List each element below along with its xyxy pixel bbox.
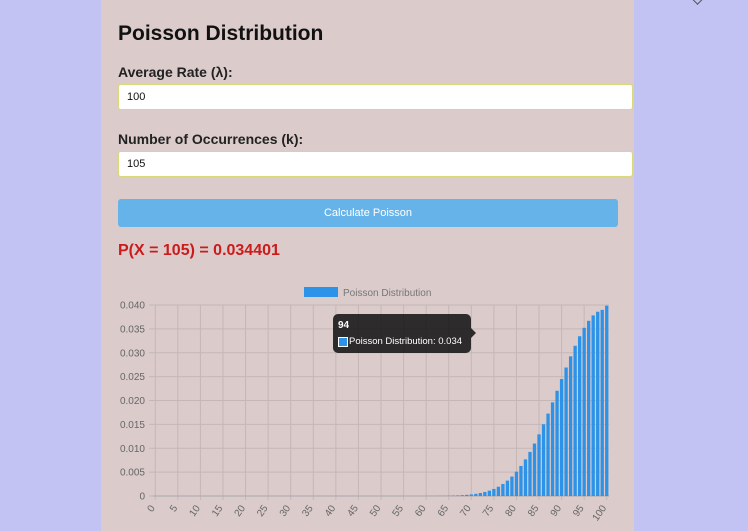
bar <box>501 483 505 496</box>
bar <box>582 327 586 496</box>
x-tick-label: 65 <box>436 503 452 519</box>
bar <box>460 495 464 496</box>
bar <box>573 345 577 496</box>
bar <box>528 451 532 496</box>
bar <box>510 476 514 496</box>
x-tick-label: 50 <box>368 503 384 519</box>
bar <box>469 494 473 496</box>
bar <box>523 459 528 496</box>
y-tick-label: 0.020 <box>120 396 145 407</box>
y-tick-label: 0.010 <box>120 444 145 455</box>
result-text: P(X = 105) = 0.034401 <box>118 242 280 259</box>
bar <box>577 336 582 496</box>
x-tick-label: 75 <box>481 503 497 519</box>
x-tick-label: 60 <box>413 503 429 519</box>
y-tick-label: 0.035 <box>120 324 145 335</box>
bar <box>568 356 573 496</box>
bar <box>555 390 559 496</box>
bar <box>483 491 487 496</box>
y-tick-label: 0.015 <box>120 420 145 431</box>
chart-tooltip: 94 Poisson Distribution: 0.034 <box>333 314 476 353</box>
bar <box>519 465 523 496</box>
bar <box>541 424 546 496</box>
tooltip-text: Poisson Distribution: 0.034 <box>349 336 463 347</box>
tooltip-swatch <box>338 337 348 347</box>
bar <box>537 434 541 496</box>
bar <box>546 413 550 496</box>
legend-swatch <box>304 287 338 297</box>
bar <box>456 495 460 496</box>
calculate-button[interactable]: Calculate Poisson <box>118 199 618 227</box>
bar <box>559 379 564 496</box>
bar <box>550 402 555 496</box>
y-tick-label: 0.040 <box>120 301 145 312</box>
bar <box>478 493 482 496</box>
bar <box>596 311 600 496</box>
x-tick-label: 20 <box>233 503 249 519</box>
page-title: Poisson Distribution <box>118 22 324 45</box>
tooltip-caret <box>471 328 476 338</box>
x-tick-label: 90 <box>549 503 565 519</box>
x-tick-label: 95 <box>571 503 587 519</box>
x-tick-label: 55 <box>391 503 407 519</box>
bar <box>505 480 510 496</box>
legend-label: Poisson Distribution <box>343 288 431 299</box>
bar <box>564 367 568 496</box>
x-tick-label: 80 <box>504 503 520 519</box>
bar <box>600 309 604 496</box>
bar <box>492 488 496 496</box>
x-tick-label: 40 <box>323 503 339 519</box>
x-tick-label: 0 <box>146 503 158 514</box>
chevron-icon <box>691 0 704 5</box>
k-label: Number of Occurrences (k): <box>118 131 304 147</box>
x-tick-label: 85 <box>526 503 542 519</box>
x-tick-label: 5 <box>168 503 180 514</box>
bar <box>587 320 591 496</box>
y-tick-label: 0.030 <box>120 348 145 359</box>
bar <box>474 493 478 496</box>
k-input[interactable] <box>118 151 633 177</box>
bar <box>487 490 492 496</box>
y-tick-label: 0 <box>139 492 145 503</box>
x-tick-label: 10 <box>187 503 203 519</box>
calculator-panel: Poisson Distribution Average Rate (λ): N… <box>101 0 704 531</box>
bar <box>465 494 469 496</box>
x-tick-label: 15 <box>210 503 226 519</box>
bar <box>496 486 501 496</box>
x-tick-label: 45 <box>345 503 361 519</box>
rate-label: Average Rate (λ): <box>118 64 233 80</box>
bar <box>605 305 609 496</box>
bar <box>514 471 519 496</box>
y-tick-label: 0.025 <box>120 372 145 383</box>
y-tick-label: 0.005 <box>120 468 145 479</box>
x-tick-label: 35 <box>300 503 316 519</box>
x-tick-label: 70 <box>458 503 474 519</box>
x-tick-label: 100 <box>591 503 610 523</box>
bar <box>532 443 537 496</box>
bar <box>591 315 595 496</box>
tooltip-title: 94 <box>338 320 350 331</box>
x-tick-label: 25 <box>255 503 271 519</box>
rate-input[interactable] <box>118 84 633 110</box>
x-tick-label: 30 <box>278 503 294 519</box>
